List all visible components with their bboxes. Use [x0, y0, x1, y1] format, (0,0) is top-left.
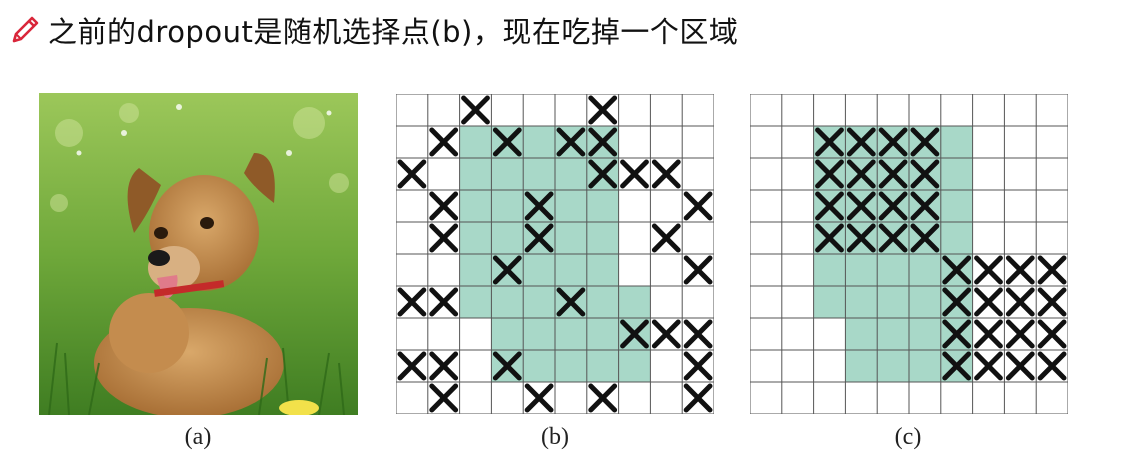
dropped-unit-x-icon — [429, 287, 459, 317]
dropped-unit-x-icon — [651, 223, 681, 253]
region-cell — [459, 222, 492, 254]
dropped-unit-x-icon — [1037, 255, 1067, 285]
dropped-unit-x-icon — [588, 95, 618, 125]
region-cell — [940, 126, 973, 158]
dropped-unit-x-icon — [683, 319, 713, 349]
region-cell — [459, 126, 492, 158]
region-cell — [909, 254, 941, 286]
region-cell — [586, 190, 619, 222]
dropped-unit-x-icon — [683, 383, 713, 413]
region-cell — [877, 350, 909, 382]
grid-random-dropout — [396, 94, 714, 414]
pencil-icon — [12, 16, 39, 43]
region-cell — [555, 350, 587, 382]
dropped-unit-x-icon — [651, 319, 681, 349]
region-cell — [813, 286, 846, 318]
heading-text: 之前的dropout是随机选择点(b)，现在吃掉一个区域 — [48, 15, 739, 49]
dropped-unit-x-icon — [1037, 287, 1067, 317]
dropped-unit-x-icon — [1005, 351, 1035, 381]
dropped-unit-x-icon — [974, 319, 1003, 349]
dropped-unit-x-icon — [974, 351, 1003, 381]
dropped-unit-x-icon — [397, 287, 427, 317]
region-cell — [877, 254, 909, 286]
dropped-unit-x-icon — [651, 159, 681, 189]
dropped-unit-x-icon — [1005, 287, 1035, 317]
region-cell — [940, 158, 973, 190]
dropped-unit-x-icon — [974, 255, 1003, 285]
region-cell — [813, 254, 846, 286]
dropped-unit-x-icon — [429, 351, 459, 381]
region-cell — [523, 318, 555, 350]
region-cell — [491, 222, 524, 254]
region-cell — [845, 254, 878, 286]
caption-b: (b) — [541, 424, 569, 450]
region-cell — [523, 350, 555, 382]
region-cell — [459, 254, 492, 286]
region-cell — [555, 190, 587, 222]
region-cell — [586, 222, 619, 254]
caption-a: (a) — [184, 424, 212, 450]
dropped-unit-x-icon — [1005, 255, 1035, 285]
region-cell — [845, 350, 878, 382]
dropped-unit-x-icon — [620, 159, 649, 189]
region-cell — [459, 286, 492, 318]
dropped-unit-x-icon — [461, 95, 490, 125]
region-cell — [618, 286, 651, 318]
region-cell — [909, 350, 941, 382]
region-cell — [491, 318, 524, 350]
region-cell — [909, 286, 941, 318]
dropped-unit-x-icon — [1005, 319, 1035, 349]
region-cell — [877, 286, 909, 318]
caption-c: (c) — [894, 424, 922, 450]
dropped-unit-x-icon — [397, 351, 427, 381]
dropped-unit-x-icon — [1037, 319, 1067, 349]
region-cell — [940, 222, 973, 254]
region-cell — [845, 286, 878, 318]
region-cell — [555, 158, 587, 190]
dropped-unit-x-icon — [974, 287, 1003, 317]
region-cell — [523, 286, 555, 318]
region-cell — [523, 254, 555, 286]
dropped-unit-x-icon — [429, 223, 459, 253]
region-cell — [491, 286, 524, 318]
region-cell — [491, 190, 524, 222]
dropped-unit-x-icon — [397, 159, 427, 189]
region-cell — [586, 350, 619, 382]
dropped-unit-x-icon — [429, 383, 459, 413]
dog-photo — [39, 93, 358, 415]
dropped-unit-x-icon — [1037, 351, 1067, 381]
region-cell — [459, 190, 492, 222]
region-cell — [586, 286, 619, 318]
region-cell — [877, 318, 909, 350]
region-cell — [459, 158, 492, 190]
region-cell — [523, 158, 555, 190]
region-cell — [555, 222, 587, 254]
region-cell — [618, 350, 651, 382]
slide-heading: 之前的dropout是随机选择点(b)，现在吃掉一个区域 — [8, 10, 738, 50]
region-cell — [845, 318, 878, 350]
region-cell — [909, 318, 941, 350]
dropped-unit-x-icon — [429, 191, 459, 221]
dropped-unit-x-icon — [683, 351, 713, 381]
region-cell — [555, 254, 587, 286]
dropped-unit-x-icon — [429, 127, 459, 157]
region-cell — [586, 318, 619, 350]
region-cell — [491, 158, 524, 190]
region-cell — [555, 318, 587, 350]
dropped-unit-x-icon — [683, 191, 713, 221]
region-cell — [523, 126, 555, 158]
region-cell — [940, 190, 973, 222]
dropped-unit-x-icon — [524, 383, 554, 413]
dropped-unit-x-icon — [588, 383, 618, 413]
region-cell — [586, 254, 619, 286]
grid-block-dropout — [750, 94, 1068, 414]
dropped-unit-x-icon — [683, 255, 713, 285]
